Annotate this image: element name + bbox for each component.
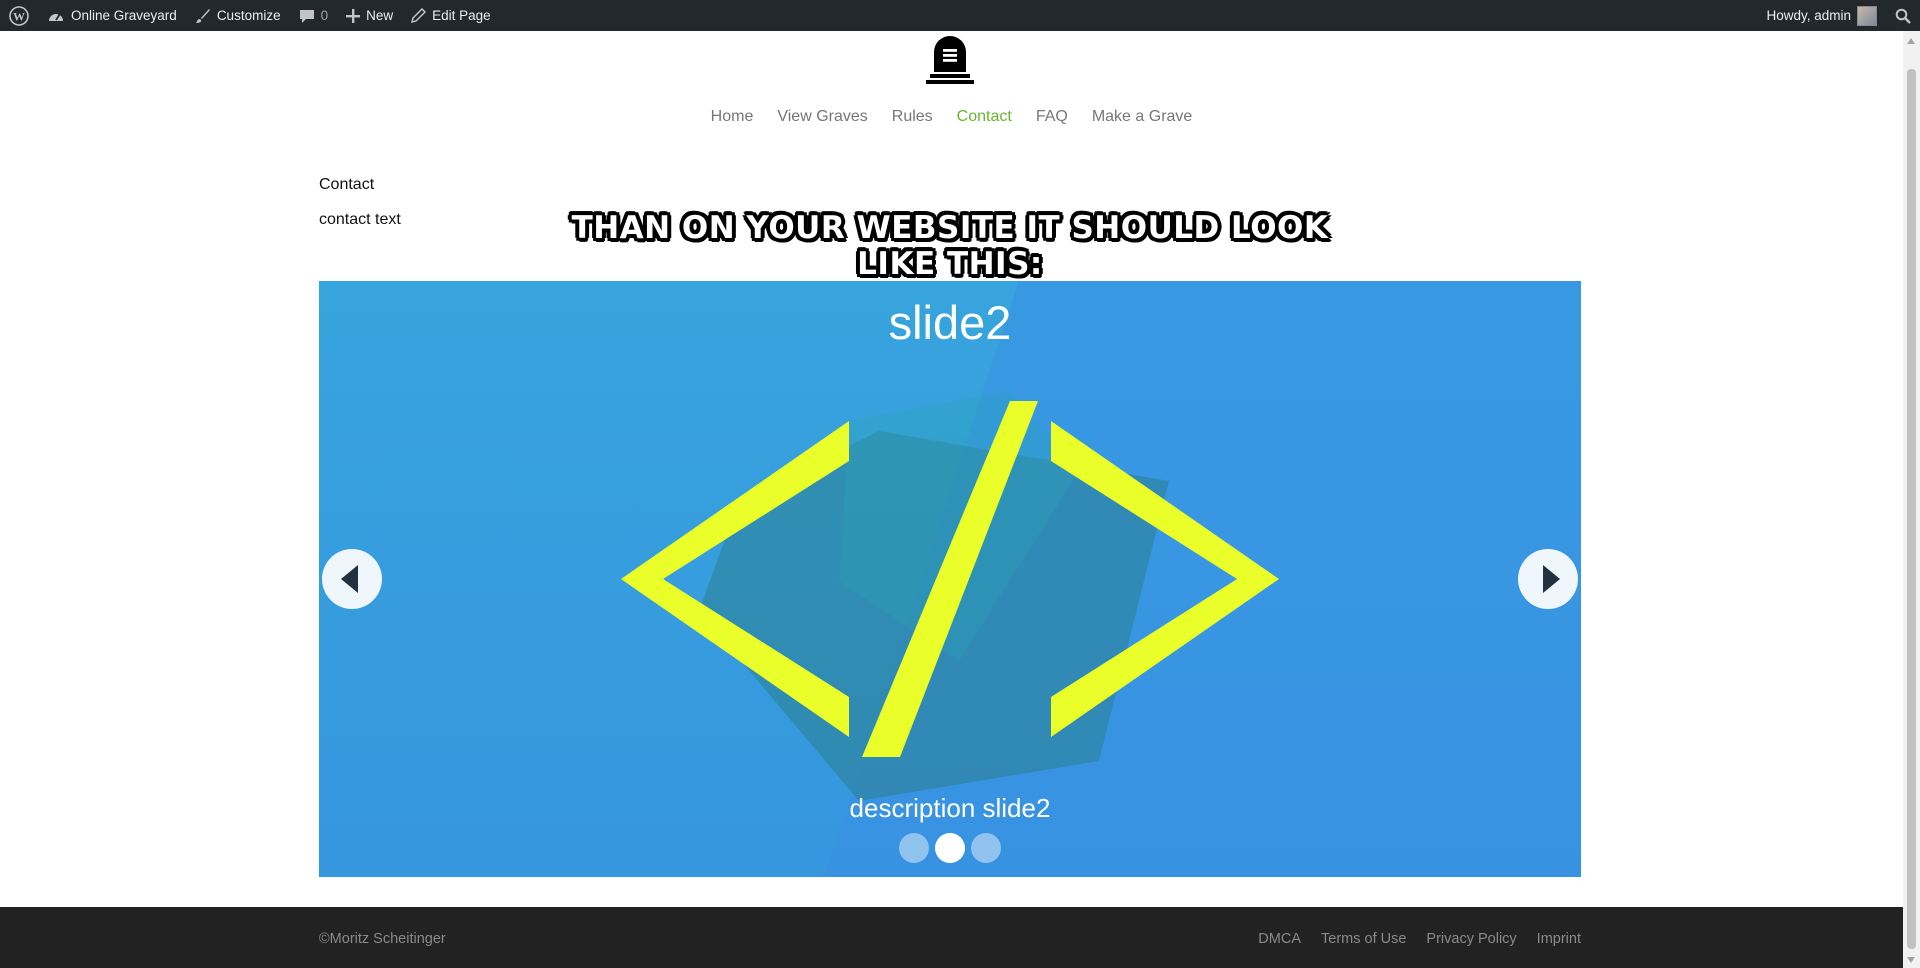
new-content-menu[interactable]: New — [337, 0, 402, 31]
slide-description: description slide2 — [849, 793, 1051, 823]
wordpress-logo-icon[interactable]: W — [0, 0, 38, 31]
image-slider: slide2 description slide2 — [319, 281, 1581, 877]
slider-prev-button[interactable] — [322, 549, 382, 609]
footer-copyright: ©Moritz Scheitinger — [319, 931, 446, 947]
main-navigation: Home View Graves Rules Contact FAQ Make … — [0, 108, 1903, 126]
slider-dot-1[interactable] — [899, 833, 929, 863]
footer-links: DMCA Terms of Use Privacy Policy Imprint — [1258, 931, 1581, 947]
new-label: New — [366, 8, 394, 23]
footer-link-privacy[interactable]: Privacy Policy — [1426, 931, 1516, 947]
page-scrollbar[interactable] — [1903, 31, 1920, 968]
nav-item-home[interactable]: Home — [711, 108, 754, 126]
slider-dot-2[interactable] — [935, 833, 965, 863]
nav-item-faq[interactable]: FAQ — [1036, 108, 1068, 126]
brush-icon — [195, 8, 210, 23]
plus-icon — [346, 8, 361, 23]
admin-bar-left: W Online Graveyard Customize 0 New Edit … — [0, 0, 500, 31]
scroll-up-icon[interactable] — [1907, 38, 1915, 44]
admin-search-button[interactable] — [1886, 0, 1920, 31]
footer-link-dmca[interactable]: DMCA — [1258, 931, 1301, 947]
my-account-menu[interactable]: Howdy, admin — [1757, 0, 1886, 31]
comments-count: 0 — [320, 8, 329, 23]
slider-dot-3[interactable] — [971, 833, 1001, 863]
customize-menu[interactable]: Customize — [186, 0, 290, 31]
tombstone-logo-icon[interactable] — [922, 34, 978, 88]
nav-item-make-a-grave[interactable]: Make a Grave — [1092, 108, 1192, 126]
edit-page-menu[interactable]: Edit Page — [402, 0, 500, 31]
customize-label: Customize — [216, 8, 281, 23]
edit-page-label: Edit Page — [432, 8, 491, 23]
site-name-label: Online Graveyard — [71, 8, 177, 23]
scroll-down-icon[interactable] — [1907, 957, 1915, 963]
svg-text:W: W — [13, 9, 25, 23]
avatar — [1857, 5, 1877, 26]
slider-next-button[interactable] — [1518, 549, 1578, 609]
comment-icon — [299, 9, 314, 23]
admin-bar-right: Howdy, admin — [1757, 0, 1920, 31]
footer-link-imprint[interactable]: Imprint — [1537, 931, 1581, 947]
comments-menu[interactable]: 0 — [290, 0, 338, 31]
chevron-left-icon — [341, 565, 358, 593]
chevron-right-icon — [1543, 565, 1560, 593]
dashboard-icon — [49, 13, 63, 21]
site-footer: ©Moritz Scheitinger DMCA Terms of Use Pr… — [0, 907, 1903, 968]
page-text: contact text — [319, 211, 401, 228]
site-name-menu[interactable]: Online Graveyard — [38, 0, 186, 31]
slider-dots — [319, 833, 1581, 863]
page-title: Contact — [319, 176, 375, 193]
pencil-icon — [411, 8, 427, 23]
nav-item-contact[interactable]: Contact — [957, 108, 1012, 126]
nav-item-rules[interactable]: Rules — [892, 108, 933, 126]
admin-bar: W Online Graveyard Customize 0 New Edit … — [0, 0, 1920, 31]
greeting-label: Howdy, admin — [1766, 8, 1851, 23]
page-content: Contact contact text — [319, 176, 401, 246]
slide-title: slide2 — [888, 296, 1012, 349]
search-icon — [1895, 8, 1911, 24]
scrollbar-thumb[interactable] — [1907, 69, 1916, 949]
overlay-caption: Than on your website it should look like… — [571, 210, 1329, 282]
code-illustration — [621, 281, 1581, 877]
footer-link-terms[interactable]: Terms of Use — [1321, 931, 1406, 947]
nav-item-view-graves[interactable]: View Graves — [777, 108, 867, 126]
